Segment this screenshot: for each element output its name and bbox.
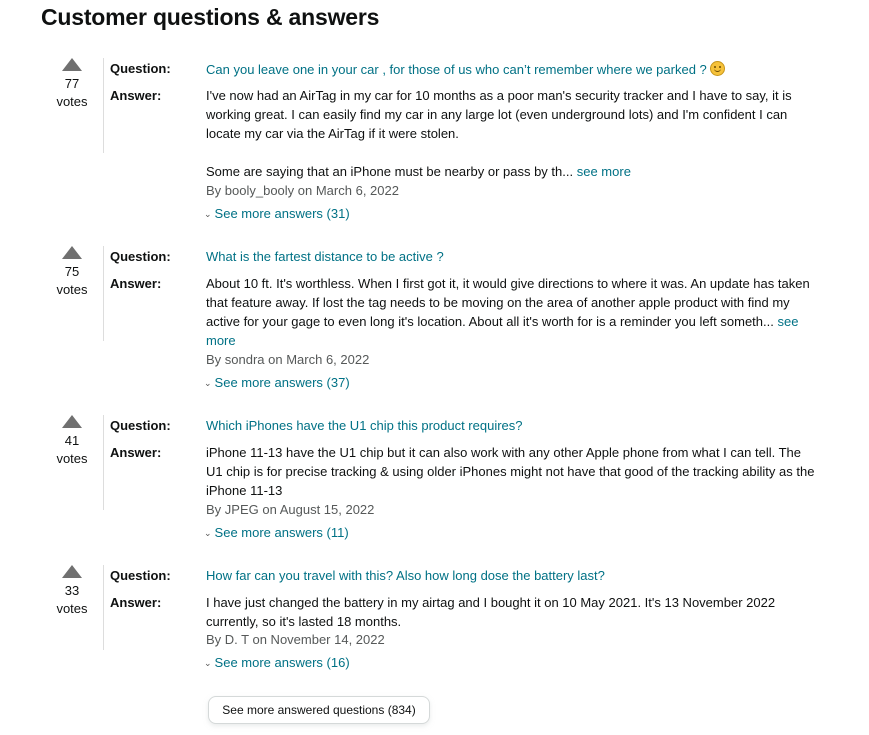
- vote-up-icon[interactable]: [62, 246, 82, 259]
- question-label: Question:: [110, 568, 171, 583]
- answer-label: Answer:: [110, 88, 162, 103]
- question-label: Question:: [110, 249, 171, 264]
- vote-label: votes: [56, 94, 88, 109]
- qa-item: 41 votes Question: Which iPhones have th…: [0, 415, 869, 555]
- answer-paragraph: I have just changed the battery in my ai…: [206, 595, 776, 629]
- chevron-down-icon: ⌄: [204, 378, 212, 388]
- question-link[interactable]: How far can you travel with this? Also h…: [206, 568, 605, 583]
- vote-up-icon[interactable]: [62, 415, 82, 428]
- question-text: Can you leave one in your car , for thos…: [206, 62, 707, 77]
- vote-count: 33: [64, 583, 80, 598]
- answer-label: Answer:: [110, 595, 162, 610]
- answer-byline: By sondra on March 6, 2022: [206, 352, 370, 367]
- divider: [103, 58, 104, 153]
- answer-paragraph: About 10 ft. It's worthless. When I firs…: [206, 276, 810, 348]
- answer-byline: By D. T on November 14, 2022: [206, 632, 385, 647]
- divider: [103, 246, 104, 341]
- chevron-down-icon: ⌄: [204, 209, 212, 219]
- answer-text: About 10 ft. It's worthless. When I firs…: [206, 274, 816, 350]
- vote-count: 77: [64, 76, 80, 91]
- see-more-answered-questions-button[interactable]: See more answered questions (834): [208, 696, 430, 724]
- answer-text: I have just changed the battery in my ai…: [206, 593, 816, 631]
- vote-widget: 75 votes: [46, 246, 98, 299]
- vote-widget: 77 votes: [46, 58, 98, 111]
- answer-byline: By booly_booly on March 6, 2022: [206, 183, 399, 198]
- vote-up-icon[interactable]: [62, 565, 82, 578]
- vote-label: votes: [56, 451, 88, 466]
- question-link[interactable]: Can you leave one in your car , for thos…: [206, 61, 725, 77]
- answer-paragraph: Some are saying that an iPhone must be n…: [206, 164, 631, 179]
- vote-up-icon[interactable]: [62, 58, 82, 71]
- question-link[interactable]: What is the fartest distance to be activ…: [206, 249, 444, 264]
- question-label: Question:: [110, 61, 171, 76]
- divider: [103, 565, 104, 650]
- divider: [103, 415, 104, 510]
- vote-label: votes: [56, 282, 88, 297]
- answer-text: I've now had an AirTag in my car for 10 …: [206, 86, 816, 181]
- vote-label: votes: [56, 601, 88, 616]
- see-more-link[interactable]: see more: [577, 164, 631, 179]
- smiley-icon: [709, 61, 725, 76]
- answer-label: Answer:: [110, 276, 162, 291]
- qa-item: 75 votes Question: What is the fartest d…: [0, 246, 869, 396]
- vote-count: 41: [64, 433, 80, 448]
- answer-label: Answer:: [110, 445, 162, 460]
- qa-item: 33 votes Question: How far can you trave…: [0, 565, 869, 675]
- question-link[interactable]: Which iPhones have the U1 chip this prod…: [206, 418, 523, 433]
- question-label: Question:: [110, 418, 171, 433]
- answer-text: iPhone 11-13 have the U1 chip but it can…: [206, 443, 816, 500]
- qa-item: 77 votes Question: Can you leave one in …: [0, 58, 869, 233]
- answer-byline: By JPEG on August 15, 2022: [206, 502, 375, 517]
- see-more-answers-link[interactable]: ⌄ See more answers (11): [204, 525, 349, 540]
- chevron-down-icon: ⌄: [204, 658, 212, 668]
- see-more-answers-link[interactable]: ⌄ See more answers (31): [204, 206, 350, 221]
- see-more-answers-link[interactable]: ⌄ See more answers (37): [204, 375, 350, 390]
- vote-widget: 33 votes: [46, 565, 98, 618]
- vote-widget: 41 votes: [46, 415, 98, 468]
- chevron-down-icon: ⌄: [204, 528, 212, 538]
- answer-paragraph: iPhone 11-13 have the U1 chip but it can…: [206, 445, 815, 498]
- answer-paragraph: I've now had an AirTag in my car for 10 …: [206, 88, 792, 141]
- vote-count: 75: [64, 264, 80, 279]
- section-title: Customer questions & answers: [41, 4, 380, 30]
- see-more-answers-link[interactable]: ⌄ See more answers (16): [204, 655, 350, 670]
